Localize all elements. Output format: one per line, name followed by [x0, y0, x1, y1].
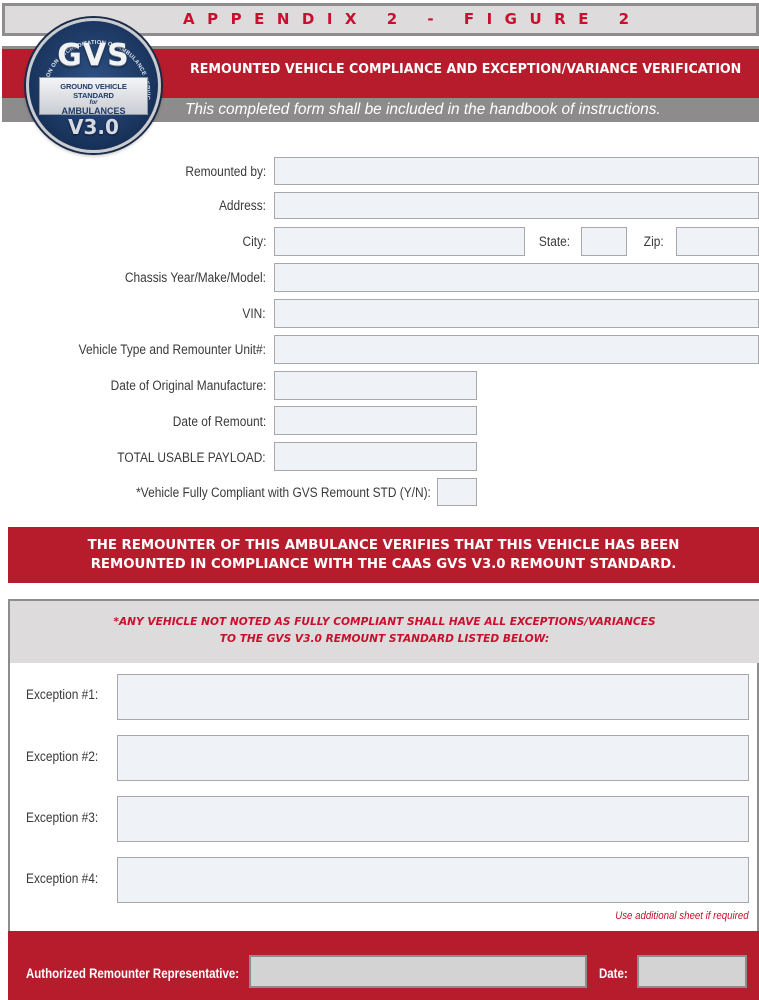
- city-field[interactable]: [274, 227, 525, 256]
- representative-field[interactable]: [249, 955, 587, 988]
- verification-bar: [8, 527, 759, 583]
- date-original-field[interactable]: [274, 371, 477, 400]
- logo-plate: GROUND VEHICLE STANDARD for AMBULANCES: [39, 77, 148, 116]
- date-label: Date:: [599, 965, 628, 981]
- state-label: State:: [538, 234, 570, 250]
- exception-1-label: Exception #1:: [26, 687, 99, 703]
- verification-line-1: THE REMOUNTER OF THIS AMBULANCE VERIFIES…: [87, 538, 680, 553]
- payload-field[interactable]: [274, 442, 477, 471]
- exceptions-note-line-1: *ANY VEHICLE NOT NOTED AS FULLY COMPLIAN…: [113, 616, 656, 628]
- zip-field[interactable]: [676, 227, 759, 256]
- remounted-by-label: Remounted by:: [185, 164, 266, 180]
- state-field[interactable]: [581, 227, 627, 256]
- chassis-label: Chassis Year/Make/Model:: [124, 270, 266, 286]
- vin-field[interactable]: [274, 299, 759, 328]
- logo-gvs-text: GVS: [57, 38, 130, 73]
- form-subtitle: This completed form shall be included in…: [185, 101, 661, 118]
- address-label: Address:: [218, 198, 266, 214]
- vehicle-type-field[interactable]: [274, 335, 759, 364]
- exception-3-field[interactable]: [117, 796, 749, 842]
- chassis-field[interactable]: [274, 263, 759, 292]
- compliant-field[interactable]: [437, 478, 477, 506]
- gvs-logo: COMMISSION ON ACCREDITATION OF AMBULANCE…: [26, 18, 161, 153]
- exception-2-field[interactable]: [117, 735, 749, 781]
- remounted-by-field[interactable]: [274, 157, 759, 185]
- verification-line-2: REMOUNTED IN COMPLIANCE WITH THE CAAS GV…: [90, 557, 677, 572]
- logo-standard-text: GROUND VEHICLE STANDARD: [60, 82, 127, 100]
- compliant-label: *Vehicle Fully Compliant with GVS Remoun…: [136, 485, 431, 501]
- exception-4-label: Exception #4:: [26, 871, 99, 887]
- date-field[interactable]: [637, 955, 747, 988]
- exception-4-field[interactable]: [117, 857, 749, 903]
- exception-3-label: Exception #3:: [26, 810, 99, 826]
- vehicle-type-label: Vehicle Type and Remounter Unit#:: [78, 342, 266, 358]
- payload-label: TOTAL USABLE PAYLOAD:: [117, 450, 266, 466]
- additional-sheet-note: Use additional sheet if required: [615, 910, 749, 922]
- city-label: City:: [242, 234, 266, 250]
- form-title: REMOUNTED VEHICLE COMPLIANCE AND EXCEPTI…: [190, 62, 742, 77]
- date-remount-label: Date of Remount:: [172, 414, 266, 430]
- exception-2-label: Exception #2:: [26, 749, 99, 765]
- representative-label: Authorized Remounter Representative:: [26, 965, 240, 981]
- vin-label: VIN:: [242, 306, 266, 322]
- address-field[interactable]: [274, 192, 759, 219]
- exception-1-field[interactable]: [117, 674, 749, 720]
- date-original-label: Date of Original Manufacture:: [110, 378, 266, 394]
- logo-version-text: V3.0: [68, 115, 119, 139]
- zip-label: Zip:: [644, 234, 664, 250]
- date-remount-field[interactable]: [274, 406, 477, 435]
- exceptions-note-line-2: TO THE GVS V3.0 REMOUNT STANDARD LISTED …: [219, 633, 550, 645]
- exceptions-header: [10, 601, 759, 663]
